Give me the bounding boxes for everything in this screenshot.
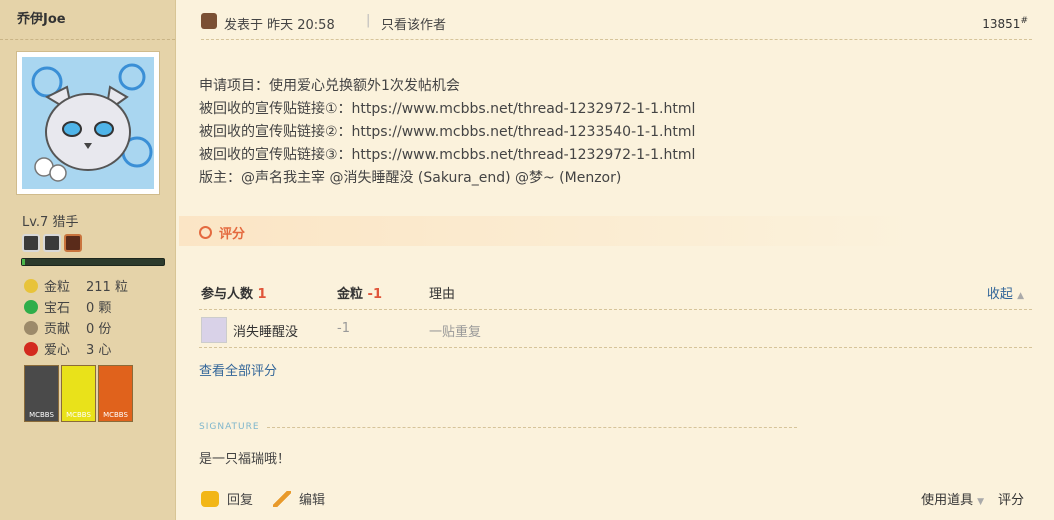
helmet-icon: [43, 234, 61, 252]
rating-table: 参与人数 1 金粒 -1 理由 收起 ▲ 消失睡醒没 -1 一贴重复: [199, 272, 1032, 348]
stat-row: 宝石 0 颗: [24, 296, 128, 317]
signature-label: SIGNATURE: [199, 422, 260, 432]
user-level: Lv.7 猎手: [22, 215, 79, 230]
stat-name: 宝石: [44, 301, 71, 316]
rater-avatar[interactable]: [201, 317, 227, 343]
edit-button[interactable]: 编辑: [273, 489, 325, 508]
stat-name: 贡献: [44, 322, 71, 337]
floor-number-value: 13851: [982, 17, 1021, 31]
content-line: 版主：@声名我主宰 @消失睡醒没 (Sakura_end) @梦~ (Menzo…: [199, 170, 622, 186]
edit-label: 编辑: [299, 493, 326, 508]
rater-name[interactable]: 消失睡醒没: [233, 321, 298, 340]
pencil-icon: [273, 490, 291, 507]
reason-header: 理由: [429, 287, 456, 302]
post-info-bar: 发表于 昨天 20:58 | 只看该作者 13851#: [201, 12, 1032, 40]
content-line: 被回收的宣传贴链接③：https://www.mcbbs.net/thread-…: [199, 147, 696, 163]
experience-fill: [22, 259, 25, 265]
only-author-link[interactable]: 只看该作者: [381, 14, 446, 33]
medal-label: MCBBS: [66, 411, 91, 419]
participants-count: 1: [257, 287, 267, 302]
rating-title: 评分: [219, 227, 246, 242]
collapse-text: 收起: [986, 287, 1013, 302]
post-content: 申请项目：使用爱心兑换额外1次发帖机会 被回收的宣传贴链接①：https://w…: [199, 75, 695, 190]
avatar-image: [22, 57, 154, 189]
content-line: 申请项目：使用爱心兑换额外1次发帖机会: [199, 78, 460, 94]
reply-label: 回复: [227, 493, 254, 508]
rater-gold: -1: [337, 321, 350, 336]
stat-row: 金粒 211 粒: [24, 275, 128, 296]
emerald-icon: [24, 299, 38, 314]
stat-value: 0 份: [86, 322, 112, 337]
helmet-icon: [22, 234, 40, 252]
use-tools-button[interactable]: 使用道具 ▼: [921, 489, 984, 508]
medal-label: MCBBS: [29, 411, 54, 419]
medal-label: MCBBS: [103, 411, 128, 419]
reply-icon: [201, 490, 219, 507]
collapse-link[interactable]: 收起 ▲: [987, 283, 1024, 302]
stat-value: 0 颗: [86, 301, 112, 316]
medal-badge[interactable]: MCBBS: [61, 365, 96, 422]
user-head-icon: [201, 13, 217, 29]
medals: MCBBS MCBBS MCBBS: [24, 365, 133, 422]
user-stats: 金粒 211 粒宝石 0 颗贡献 0 份爱心 3 心: [24, 275, 128, 359]
rater-reason: 一贴重复: [429, 325, 482, 340]
reply-button[interactable]: 回复: [201, 489, 253, 508]
separator: |: [366, 13, 371, 28]
stat-row: 贡献 0 份: [24, 317, 128, 338]
participants-text: 参与人数: [201, 287, 254, 302]
rating-table-header: 参与人数 1 金粒 -1 理由 收起 ▲: [199, 272, 1032, 310]
gold-header: 金粒 -1: [337, 283, 382, 302]
gold-nugget-icon: [24, 278, 38, 293]
content-line: 被回收的宣传贴链接②：https://www.mcbbs.net/thread-…: [199, 124, 696, 140]
helmet-icon: [64, 234, 82, 252]
post-actions: 回复 编辑 使用道具 ▼ 评分: [177, 480, 1054, 520]
level-icons: [22, 234, 82, 252]
author-sidebar: 乔伊Joe Lv.7 猎手 金粒 211 粒宝石 0 颗贡献 0 份爱心 3 心…: [0, 0, 176, 520]
post-main: 发表于 昨天 20:58 | 只看该作者 13851# 申请项目：使用爱心兑换额…: [177, 0, 1054, 520]
gold-total: -1: [367, 287, 382, 302]
stat-name: 爱心: [44, 343, 71, 358]
rate-button[interactable]: 评分: [998, 489, 1024, 508]
gold-text: 金粒: [337, 287, 364, 302]
rating-row: 消失睡醒没 -1 一贴重复: [199, 310, 1032, 348]
medal-badge[interactable]: MCBBS: [24, 365, 59, 422]
heart-apple-icon: [24, 341, 38, 356]
floor-mark: #: [1020, 16, 1028, 26]
avatar[interactable]: [16, 51, 160, 195]
signature-divider: [267, 427, 797, 428]
participants-label: 参与人数 1: [201, 283, 267, 302]
floor-number[interactable]: 13851#: [982, 16, 1028, 31]
medal-badge[interactable]: MCBBS: [98, 365, 133, 422]
author-name[interactable]: 乔伊Joe: [0, 0, 175, 40]
stat-value: 211 粒: [86, 280, 128, 295]
posted-time: 发表于 昨天 20:58: [224, 18, 335, 33]
tools-label: 使用道具: [921, 493, 974, 508]
contribution-icon: [24, 320, 38, 335]
stat-name: 金粒: [44, 280, 71, 295]
signature-text: 是一只福瑞哦！: [199, 452, 291, 467]
view-all-ratings-link[interactable]: 查看全部评分: [199, 360, 277, 379]
caret-up-icon: ▲: [1017, 291, 1024, 301]
rating-circle-icon: [199, 226, 212, 239]
content-line: 被回收的宣传贴链接①：https://www.mcbbs.net/thread-…: [199, 101, 696, 117]
caret-down-icon: ▼: [977, 497, 984, 507]
rating-header: 评分: [179, 216, 919, 246]
stat-value: 3 心: [86, 343, 112, 358]
experience-bar: [21, 258, 165, 266]
stat-row: 爱心 3 心: [24, 338, 128, 359]
